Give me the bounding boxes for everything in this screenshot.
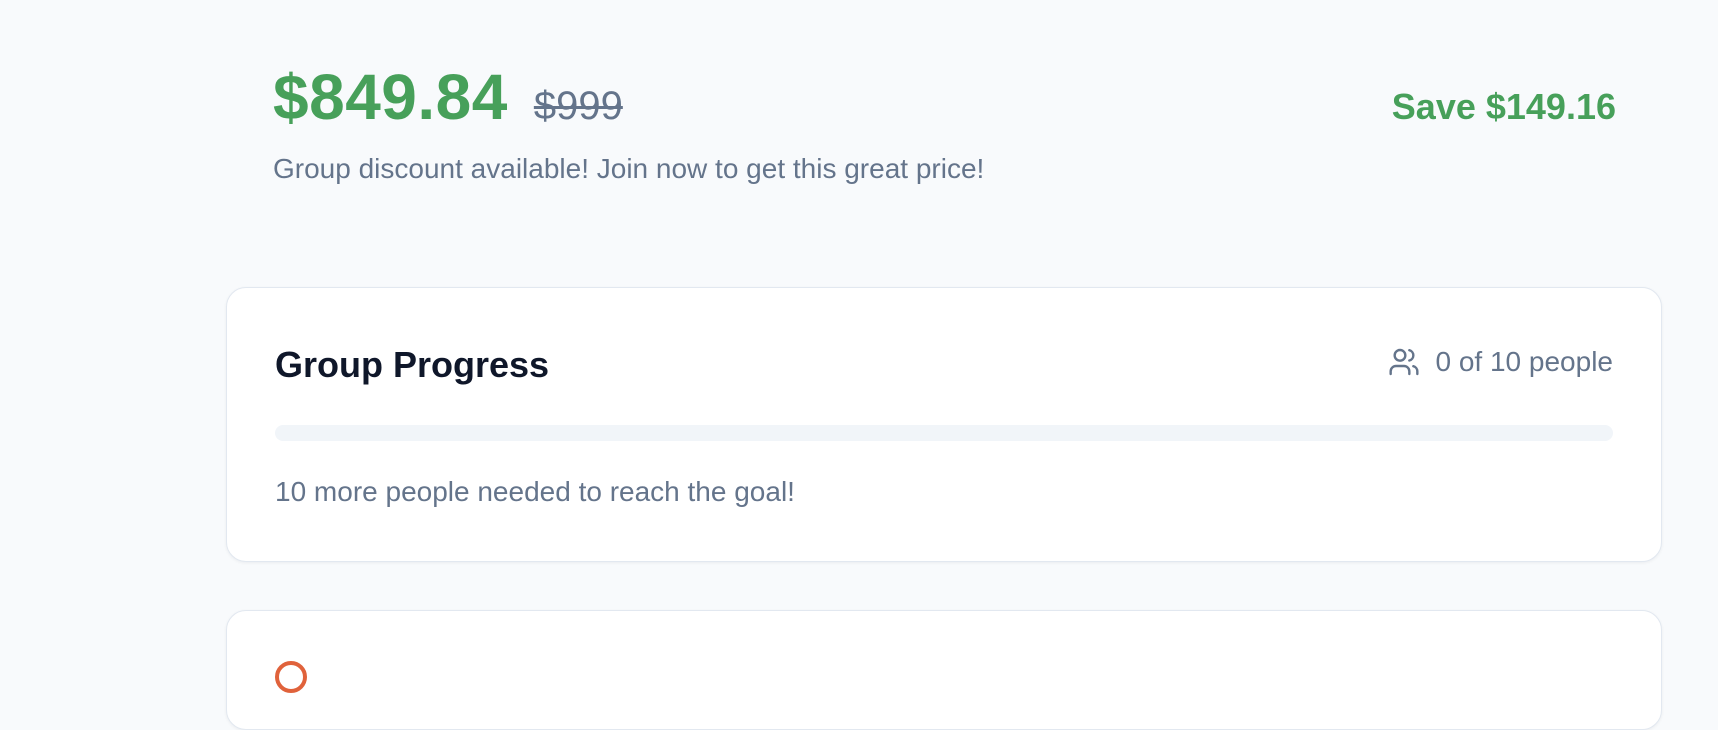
original-price: $999 (533, 84, 623, 128)
next-info-card (226, 610, 1662, 730)
discount-note: Group discount available! Join now to ge… (273, 153, 985, 184)
savings-label: Save $149.16 (1391, 86, 1616, 127)
people-count: 0 of 10 people (1388, 346, 1614, 378)
users-icon (1388, 348, 1419, 376)
group-progress-bar (275, 425, 1613, 441)
group-progress-card: Group Progress 0 of 10 people 10 more pe… (226, 287, 1662, 562)
group-progress-title: Group Progress (275, 344, 550, 385)
price-summary: $849.84 $999 Save $149.16 Group discount… (273, 60, 1616, 200)
alert-circle-icon (275, 661, 307, 693)
current-price: $849.84 (273, 61, 508, 133)
people-count-text: 0 of 10 people (1435, 346, 1614, 377)
group-progress-note: 10 more people needed to reach the goal! (275, 476, 795, 507)
